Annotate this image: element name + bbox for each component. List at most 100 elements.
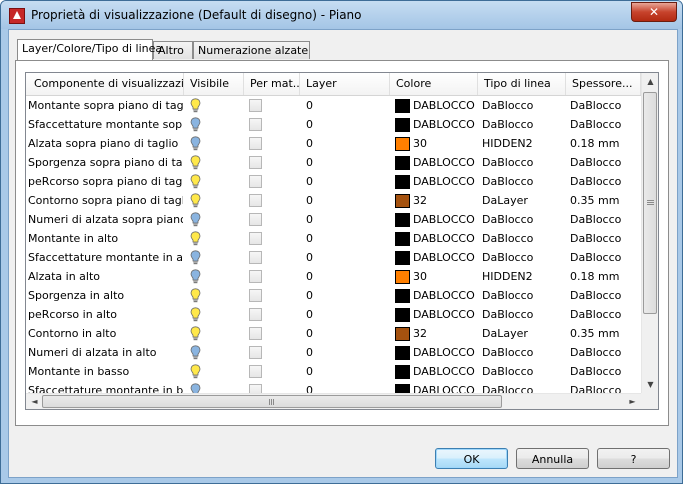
table-row[interactable]: peRcorso in alto 0 DABLOCCO DaBlocco DaBlocc… xyxy=(26,305,641,324)
lineweight-value[interactable]: 0.35 mm xyxy=(570,324,640,343)
linetype-value[interactable]: DaBlocco xyxy=(482,172,564,191)
layer-value[interactable]: 0 xyxy=(306,153,386,172)
color-value[interactable]: 32 xyxy=(413,324,477,343)
by-material-checkbox[interactable] xyxy=(249,194,262,207)
layer-value[interactable]: 0 xyxy=(306,96,386,115)
color-value[interactable]: DABLOCCO xyxy=(413,343,477,362)
color-swatch[interactable] xyxy=(395,251,410,265)
linetype-value[interactable]: DaBlocco xyxy=(482,381,564,393)
by-material-checkbox[interactable] xyxy=(249,327,262,340)
color-swatch[interactable] xyxy=(395,384,410,393)
by-material-checkbox[interactable] xyxy=(249,156,262,169)
layer-value[interactable]: 0 xyxy=(306,172,386,191)
color-value[interactable]: 30 xyxy=(413,134,477,153)
by-material-checkbox[interactable] xyxy=(249,175,262,188)
help-button[interactable]: ? xyxy=(597,448,670,469)
lineweight-value[interactable]: DaBlocco xyxy=(570,305,640,324)
display-components-table[interactable]: Componente di visualizzazione Visibile P… xyxy=(25,72,659,410)
table-row[interactable]: Sporgenza sopra piano di taglio 0 DABLOCCO… xyxy=(26,153,641,172)
lightbulb-icon[interactable] xyxy=(190,98,201,113)
linetype-value[interactable]: DaBlocco xyxy=(482,286,564,305)
tab-numerazione-alzate[interactable]: Numerazione alzate xyxy=(193,41,310,59)
layer-value[interactable]: 0 xyxy=(306,191,386,210)
lineweight-value[interactable]: 0.35 mm xyxy=(570,191,640,210)
color-swatch[interactable] xyxy=(395,232,410,246)
color-swatch[interactable] xyxy=(395,270,410,284)
table-row[interactable]: Montante in basso 0 DABLOCCO DaBlocco DaBloc… xyxy=(26,362,641,381)
lineweight-value[interactable]: DaBlocco xyxy=(570,172,640,191)
layer-value[interactable]: 0 xyxy=(306,115,386,134)
table-row[interactable]: Sfaccettature montante in alto 0 DABLOCCO D… xyxy=(26,248,641,267)
by-material-checkbox[interactable] xyxy=(249,384,262,393)
layer-value[interactable]: 0 xyxy=(306,305,386,324)
table-row[interactable]: Sfaccettature montante sopra pia 0 DABLOCC… xyxy=(26,115,641,134)
title-bar[interactable]: Proprietà di visualizzazione (Default di… xyxy=(1,1,682,29)
lightbulb-icon[interactable] xyxy=(190,288,201,303)
color-value[interactable]: DABLOCCO xyxy=(413,96,477,115)
by-material-checkbox[interactable] xyxy=(249,251,262,264)
by-material-checkbox[interactable] xyxy=(249,99,262,112)
lineweight-value[interactable]: DaBlocco xyxy=(570,381,640,393)
table-row[interactable]: Sporgenza in alto 0 DABLOCCO DaBlocco DaBloc… xyxy=(26,286,641,305)
linetype-value[interactable]: HIDDEN2 xyxy=(482,267,564,286)
layer-value[interactable]: 0 xyxy=(306,343,386,362)
column-header-per-materiale[interactable]: Per mat... xyxy=(244,73,300,95)
table-row[interactable]: Montante sopra piano di taglio 0 DABLOCCO D… xyxy=(26,96,641,115)
color-swatch[interactable] xyxy=(395,365,410,379)
column-header-tipo-di-linea[interactable]: Tipo di linea xyxy=(478,73,566,95)
table-row[interactable]: Numeri di alzata in alto 0 DABLOCCO DaBlocc… xyxy=(26,343,641,362)
lineweight-value[interactable]: DaBlocco xyxy=(570,286,640,305)
color-swatch[interactable] xyxy=(395,194,410,208)
layer-value[interactable]: 0 xyxy=(306,381,386,393)
lineweight-value[interactable]: DaBlocco xyxy=(570,115,640,134)
linetype-value[interactable]: DaBlocco xyxy=(482,153,564,172)
color-value[interactable]: DABLOCCO xyxy=(413,381,477,393)
scroll-down-arrow-icon[interactable]: ▼ xyxy=(642,376,658,393)
by-material-checkbox[interactable] xyxy=(249,213,262,226)
lightbulb-icon[interactable] xyxy=(190,174,201,189)
linetype-value[interactable]: HIDDEN2 xyxy=(482,134,564,153)
scroll-right-arrow-icon[interactable]: ► xyxy=(624,394,641,409)
linetype-value[interactable]: DaBlocco xyxy=(482,96,564,115)
color-swatch[interactable] xyxy=(395,99,410,113)
vertical-scroll-thumb[interactable] xyxy=(643,92,657,314)
by-material-checkbox[interactable] xyxy=(249,289,262,302)
column-header-layer[interactable]: Layer xyxy=(300,73,390,95)
lightbulb-icon[interactable] xyxy=(190,269,201,284)
table-row[interactable]: Alzata sopra piano di taglio 0 30 HIDDEN2 0.… xyxy=(26,134,641,153)
color-value[interactable]: DABLOCCO xyxy=(413,305,477,324)
lightbulb-icon[interactable] xyxy=(190,250,201,265)
layer-value[interactable]: 0 xyxy=(306,248,386,267)
linetype-value[interactable]: DaBlocco xyxy=(482,210,564,229)
lightbulb-icon[interactable] xyxy=(190,383,201,393)
color-value[interactable]: DABLOCCO xyxy=(413,362,477,381)
table-row[interactable]: Montante in alto 0 DABLOCCO DaBlocco DaBlocc… xyxy=(26,229,641,248)
color-value[interactable]: DABLOCCO xyxy=(413,172,477,191)
lineweight-value[interactable]: DaBlocco xyxy=(570,362,640,381)
column-header-visibile[interactable]: Visibile xyxy=(184,73,244,95)
cancel-button[interactable]: Annulla xyxy=(516,448,589,469)
color-swatch[interactable] xyxy=(395,175,410,189)
color-value[interactable]: 30 xyxy=(413,267,477,286)
close-button[interactable]: ✕ xyxy=(631,2,677,22)
table-row[interactable]: Contorno in alto 0 32 DaLayer 0.35 mm xyxy=(26,324,641,343)
color-value[interactable]: DABLOCCO xyxy=(413,248,477,267)
by-material-checkbox[interactable] xyxy=(249,270,262,283)
lightbulb-icon[interactable] xyxy=(190,231,201,246)
lineweight-value[interactable]: DaBlocco xyxy=(570,343,640,362)
color-swatch[interactable] xyxy=(395,346,410,360)
layer-value[interactable]: 0 xyxy=(306,134,386,153)
lineweight-value[interactable]: DaBlocco xyxy=(570,248,640,267)
by-material-checkbox[interactable] xyxy=(249,346,262,359)
layer-value[interactable]: 0 xyxy=(306,267,386,286)
linetype-value[interactable]: DaBlocco xyxy=(482,343,564,362)
scroll-up-arrow-icon[interactable]: ▲ xyxy=(642,73,658,90)
linetype-value[interactable]: DaBlocco xyxy=(482,115,564,134)
table-row[interactable]: Contorno sopra piano di taglio 0 32 DaLayer… xyxy=(26,191,641,210)
lineweight-value[interactable]: DaBlocco xyxy=(570,210,640,229)
lightbulb-icon[interactable] xyxy=(190,117,201,132)
table-row[interactable]: Alzata in alto 0 30 HIDDEN2 0.18 mm xyxy=(26,267,641,286)
linetype-value[interactable]: DaLayer xyxy=(482,191,564,210)
table-row[interactable]: Numeri di alzata sopra piano di ta 0 DABLO… xyxy=(26,210,641,229)
linetype-value[interactable]: DaLayer xyxy=(482,324,564,343)
